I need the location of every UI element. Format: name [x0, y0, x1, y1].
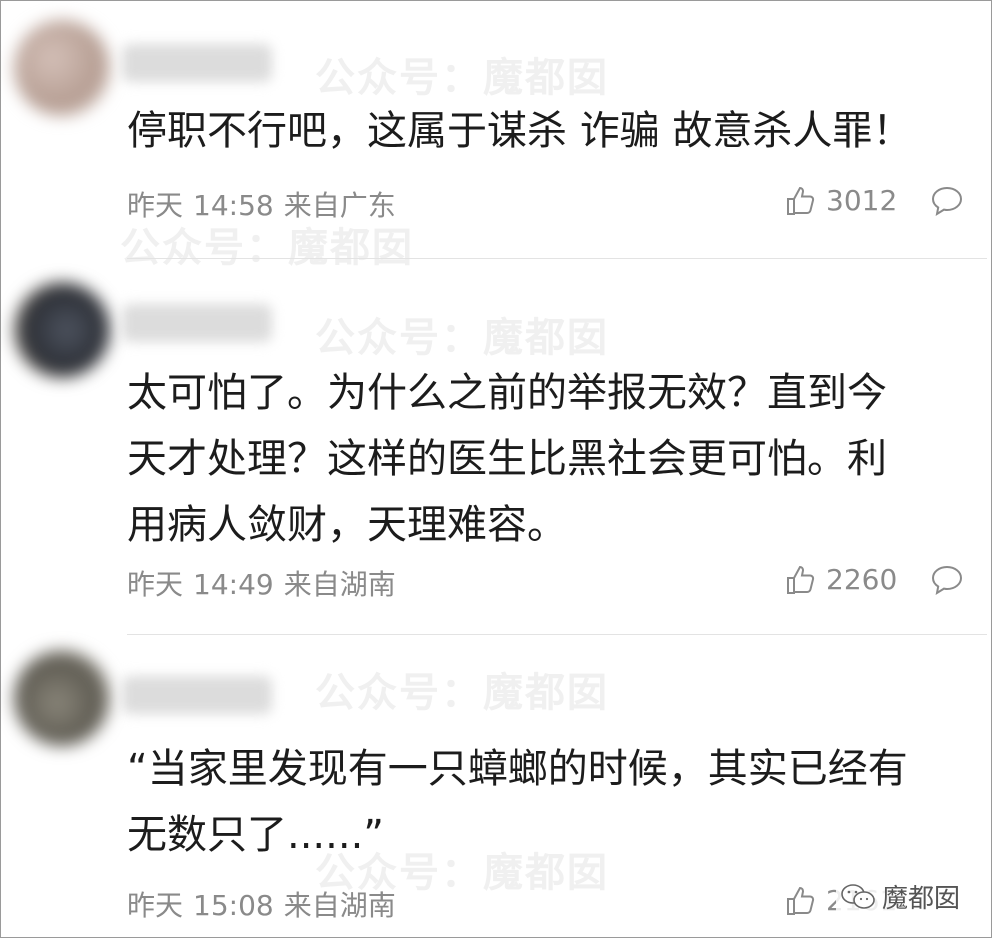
thumbs-up-icon [787, 886, 815, 915]
corner-watermark-text: 魔都囡 [882, 884, 961, 914]
username[interactable] [122, 44, 272, 82]
comment-bubble-icon [931, 186, 963, 217]
comment-location: 来自湖南 [283, 889, 396, 922]
avatar[interactable] [14, 20, 110, 116]
avatar[interactable] [14, 650, 110, 746]
divider [127, 258, 987, 259]
reply-button[interactable] [930, 185, 964, 221]
like-button[interactable]: 3012 [784, 184, 897, 217]
comment-text: “当家里发现有一只蟑螂的时候，其实已经有 无数只了......” [127, 746, 908, 858]
thumbs-up-icon [787, 565, 815, 594]
comment-meta: 昨天 14:58 来自广东 [127, 184, 396, 224]
watermark: 公众号：魔都囡 [315, 670, 609, 716]
comment-location: 来自湖南 [283, 568, 396, 601]
corner-watermark: 魔都囡 [836, 878, 965, 915]
comment-day: 昨天 [127, 189, 184, 222]
watermark: 公众号：魔都囡 [315, 315, 609, 361]
comment-time: 14:58 [193, 189, 274, 222]
comment-day: 昨天 [127, 568, 184, 601]
reply-button[interactable] [930, 564, 964, 600]
wechat-icon [841, 883, 875, 909]
like-button[interactable]: 2260 [784, 563, 897, 596]
thumbs-up-icon [787, 186, 815, 215]
like-count: 2260 [826, 563, 898, 596]
comment-time: 14:49 [193, 568, 274, 601]
comment-day: 昨天 [127, 889, 184, 922]
comment-text: 太可怕了。为什么之前的举报无效？直到今 天才处理？这样的医生比黑社会更可怕。利 … [127, 370, 887, 548]
avatar[interactable] [14, 282, 110, 378]
comment-bubble-icon [931, 565, 963, 596]
comment-text: 停职不行吧，这属于谋杀 诈骗 故意杀人罪！ [127, 108, 913, 154]
like-count: 3012 [826, 184, 898, 217]
divider [127, 634, 987, 635]
username[interactable] [122, 676, 272, 714]
username[interactable] [122, 304, 272, 342]
comment-meta: 昨天 15:08 来自湖南 [127, 884, 396, 924]
comment-time: 15:08 [193, 889, 274, 922]
comment-location: 来自广东 [283, 189, 396, 222]
comment-meta: 昨天 14:49 来自湖南 [127, 563, 396, 603]
comment-item: 停职不行吧，这属于谋杀 诈骗 故意杀人罪！ 昨天 14:58 来自广东 3012 [0, 0, 992, 260]
